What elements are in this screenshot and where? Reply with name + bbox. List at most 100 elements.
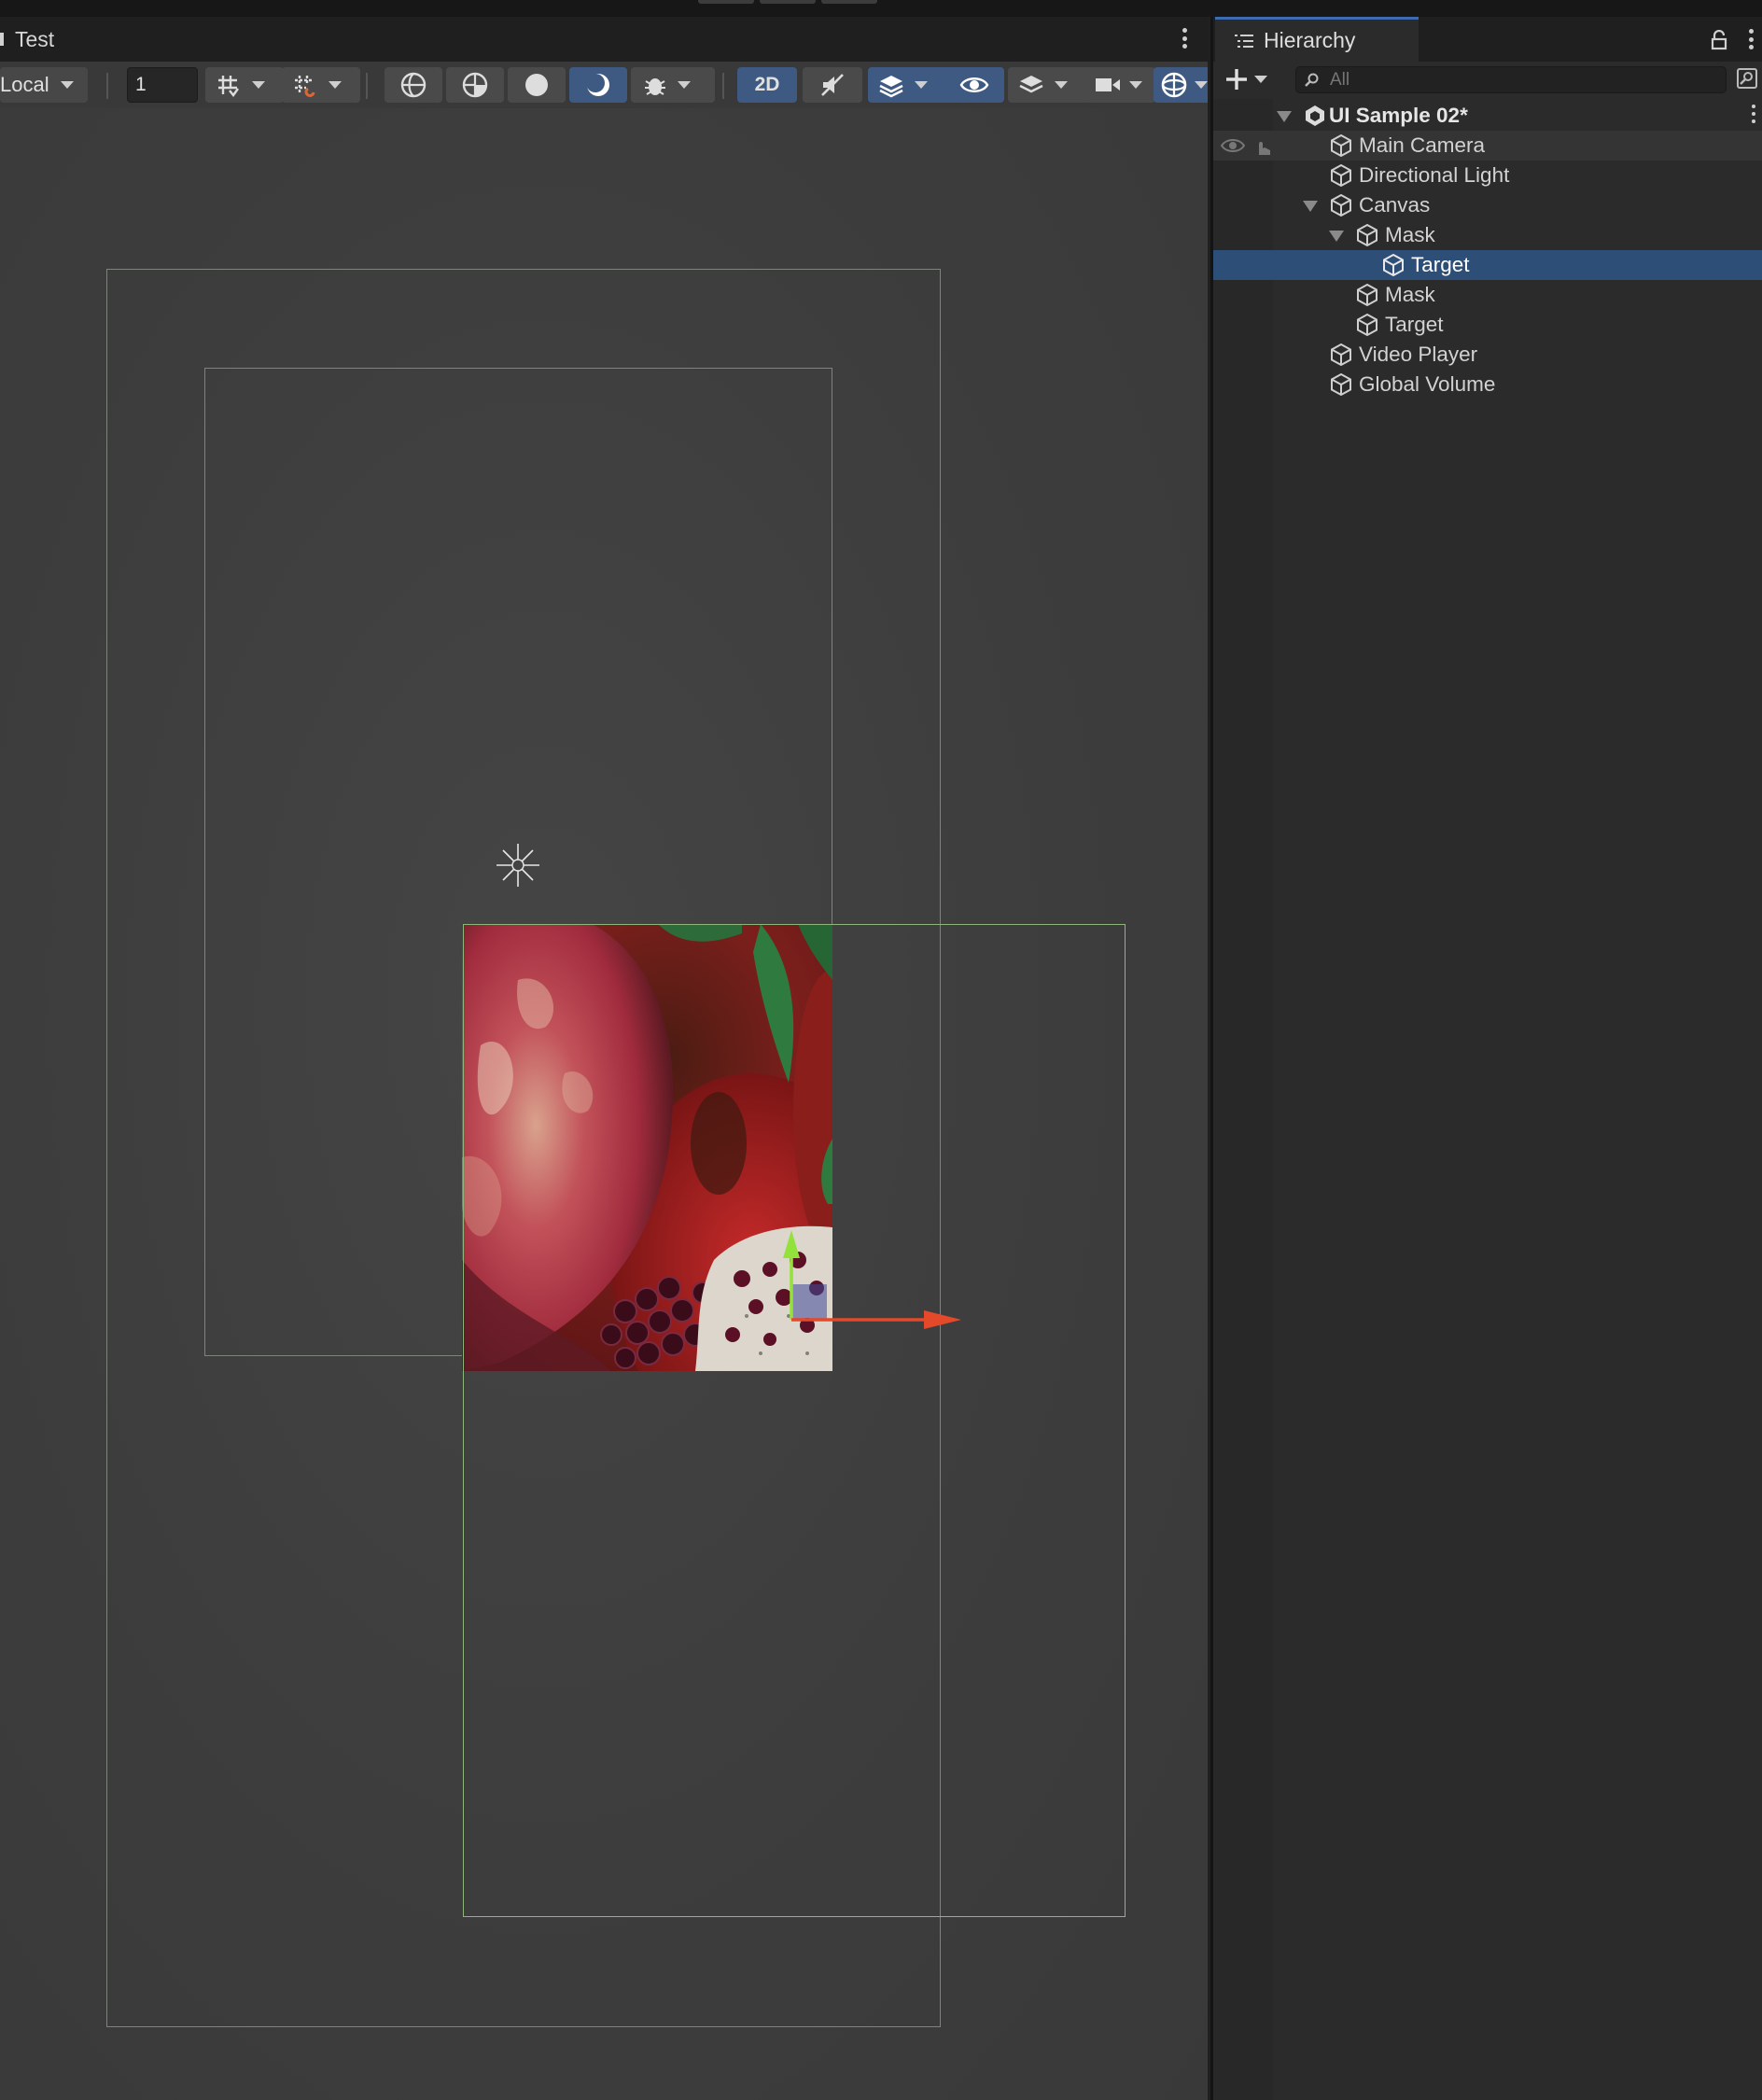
search-input[interactable] [1328, 68, 1705, 91]
unity-scene-icon [1306, 105, 1324, 126]
debug-draw-mode-button[interactable] [631, 67, 715, 103]
toolbar-tab-hint [760, 0, 816, 4]
target-rect-outline [463, 924, 1126, 1917]
chevron-down-icon [329, 81, 342, 89]
scene-view-header: Test [0, 17, 1208, 62]
grid-snapping-button[interactable] [282, 67, 360, 103]
audio-toggle-button[interactable] [803, 67, 862, 103]
y-axis-arrowhead[interactable] [783, 1230, 800, 1258]
pickable-hand-icon[interactable] [1252, 136, 1273, 157]
toolbar-divider [106, 73, 108, 99]
hierarchy-item-label: Global Volume [1359, 372, 1496, 396]
eye-icon[interactable] [1221, 136, 1245, 155]
gameobject-cube-icon [1357, 313, 1377, 337]
hierarchy-item-label: Target [1385, 313, 1444, 336]
scene-view-tab-label: Test [15, 26, 55, 51]
gameobject-cube-icon [1331, 372, 1351, 397]
grid-visibility-button[interactable] [205, 67, 284, 103]
pivot-rotation-dropdown[interactable]: Local [0, 67, 88, 103]
foldout-arrow-icon[interactable] [1329, 231, 1344, 242]
hierarchy-item-label: Video Player [1359, 343, 1478, 366]
x-axis-arrowhead[interactable] [924, 1310, 961, 1329]
xy-plane-handle[interactable] [791, 1284, 827, 1320]
toolbar-divider [366, 73, 368, 99]
hierarchy-item[interactable]: Directional Light [1213, 161, 1762, 190]
hierarchy-item[interactable]: Video Player [1213, 340, 1762, 370]
search-filter-icon [1737, 68, 1757, 89]
gameobject-cube-icon [1357, 223, 1377, 247]
hierarchy-header: Hierarchy [1213, 17, 1762, 62]
create-dropdown-button[interactable] [1224, 65, 1271, 93]
scene-visibility-button[interactable] [944, 67, 1004, 103]
hierarchy-tab-label: Hierarchy [1264, 28, 1356, 52]
effects-toggle-button[interactable] [868, 67, 950, 103]
hierarchy-item[interactable]: Mask [1213, 220, 1762, 250]
hierarchy-tab[interactable]: Hierarchy [1215, 17, 1419, 62]
gameobject-cube-icon [1331, 163, 1351, 188]
shading-wireframe-button[interactable] [385, 67, 442, 103]
foldout-arrow-icon[interactable] [1277, 111, 1292, 122]
gizmos-toggle-button[interactable] [1154, 67, 1208, 103]
rect-pivot-handle[interactable] [495, 842, 541, 889]
anchor-icon [496, 844, 539, 887]
scene-viewport[interactable] [0, 108, 1208, 2100]
2d-mode-label: 2D [754, 74, 780, 95]
lighting-toggle-button[interactable] [569, 67, 627, 103]
hierarchy-item[interactable]: Mask [1213, 280, 1762, 310]
hierarchy-item-selected[interactable]: Target [1213, 250, 1762, 280]
grid-icon [218, 76, 239, 97]
gameobject-cube-icon [1331, 193, 1351, 217]
hierarchy-menu-button[interactable] [1746, 29, 1755, 49]
layers-visibility-button[interactable] [1008, 67, 1092, 103]
shaded-sphere-icon [525, 74, 548, 96]
2d-mode-button[interactable]: 2D [737, 67, 797, 103]
shading-shaded-wireframe-button[interactable] [446, 67, 504, 103]
lock-button[interactable] [1711, 29, 1727, 55]
scene-menu-button[interactable] [1750, 105, 1757, 123]
more-icon [1180, 28, 1189, 49]
hierarchy-item[interactable]: Canvas [1213, 190, 1762, 220]
gizmos-globe-icon [1161, 72, 1187, 98]
search-by-type-button[interactable] [1735, 66, 1759, 95]
eye-icon [959, 77, 989, 92]
chevron-down-icon [915, 81, 928, 89]
hierarchy-item[interactable]: Target [1213, 310, 1762, 340]
chevron-down-icon [1055, 81, 1068, 89]
toolbar-tab-hint [821, 0, 877, 4]
list-icon [1235, 34, 1253, 48]
shading-shaded-button[interactable] [508, 67, 566, 103]
hierarchy-item-label: Mask [1385, 223, 1435, 246]
hierarchy-panel: Hierarchy UI Sample 02* [1210, 17, 1762, 2100]
audio-muted-icon [821, 74, 844, 96]
chevron-down-icon [1254, 76, 1267, 83]
move-gizmo-arrows [783, 1230, 961, 1329]
chevron-down-icon [252, 81, 265, 89]
hierarchy-scene-row[interactable]: UI Sample 02* [1213, 101, 1762, 131]
camera-settings-button[interactable] [1086, 67, 1155, 103]
grid-size-input[interactable]: 1 [127, 67, 198, 103]
hierarchy-item[interactable]: Main Camera [1213, 131, 1762, 161]
toolbar-divider [722, 73, 724, 99]
editor-top-strip [0, 0, 1762, 17]
grid-size-value: 1 [135, 74, 147, 95]
chevron-down-icon [1195, 81, 1208, 89]
scene-panel-menu-button[interactable] [1180, 28, 1189, 50]
scene-view-panel: Test Local 1 2D [0, 17, 1208, 2100]
effects-layers-icon [879, 76, 903, 98]
toolbar-tab-hint [698, 0, 754, 4]
hierarchy-item-label: Directional Light [1359, 163, 1510, 187]
hierarchy-toolbar [1213, 62, 1762, 99]
chevron-down-icon [60, 81, 74, 89]
hierarchy-item-label: Target [1411, 253, 1470, 276]
hierarchy-item[interactable]: Global Volume [1213, 370, 1762, 399]
foldout-arrow-icon[interactable] [1303, 201, 1318, 212]
gameobject-cube-icon [1383, 253, 1404, 277]
scene-view-tab[interactable]: Test [0, 17, 69, 62]
tab-icon [0, 33, 4, 46]
hierarchy-search[interactable] [1295, 66, 1727, 93]
hierarchy-item-label: Mask [1385, 283, 1435, 306]
search-icon [1305, 73, 1319, 87]
hierarchy-item-label: UI Sample 02* [1329, 104, 1468, 127]
move-gizmo[interactable] [780, 1228, 967, 1331]
lighting-icon [586, 74, 609, 96]
